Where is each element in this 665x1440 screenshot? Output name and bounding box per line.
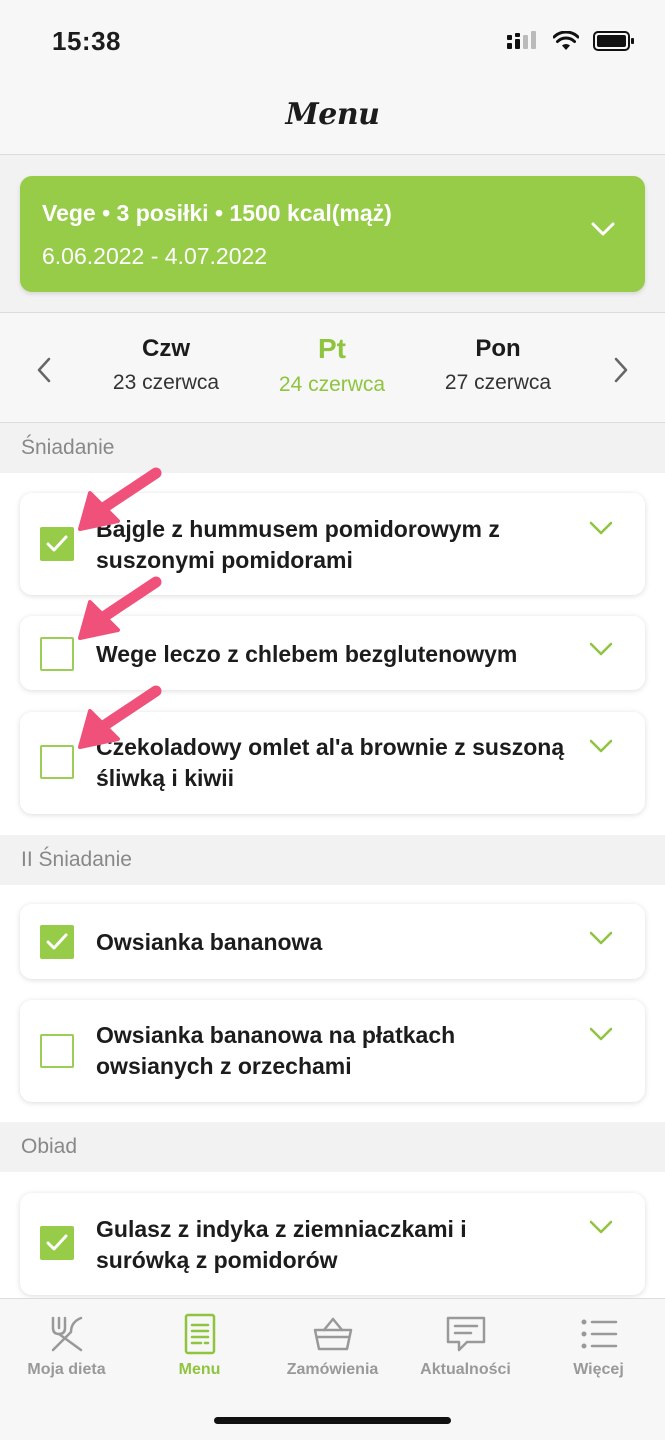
chevron-down-icon[interactable] (589, 739, 613, 753)
day-name: Pt (318, 333, 346, 364)
day-friday[interactable]: Pt 24 czerwca (247, 333, 417, 397)
day-selector: Czw 23 czerwca Pt 24 czerwca Pon 27 czer… (0, 312, 665, 423)
status-time: 15:38 (52, 26, 121, 56)
checkmark-icon (46, 933, 68, 950)
day-name: Pon (475, 335, 521, 362)
tab-moja-dieta[interactable]: Moja dieta (0, 1311, 133, 1379)
tab-label: Więcej (573, 1361, 624, 1378)
basket-icon (313, 1317, 352, 1351)
chevron-down-icon[interactable] (589, 521, 613, 535)
tab-wiecej[interactable]: Więcej (532, 1311, 665, 1379)
diet-plan-selector[interactable]: Vege • 3 posiłki • 1500 kcal(mąż) 6.06.2… (20, 176, 645, 292)
page-title: Menu (285, 97, 380, 132)
annotation-arrow-icon (78, 685, 162, 749)
meal-checkbox[interactable] (40, 637, 74, 671)
navigation-bar: Menu (0, 85, 665, 155)
meal-checkbox[interactable] (40, 925, 74, 959)
tab-label: Zamówienia (286, 1361, 379, 1378)
home-indicator (214, 1417, 451, 1424)
meal-card[interactable]: Owsianka bananowa na płatkach owsianych … (20, 1000, 645, 1102)
status-icons (507, 30, 635, 52)
tab-label: Aktualności (420, 1361, 511, 1378)
meal-card[interactable]: Gulasz z indyka z ziemniaczkami i surówk… (20, 1193, 645, 1295)
meal-name: Bajgle z hummusem pomidorowym z suszonym… (96, 516, 500, 573)
day-thursday[interactable]: Czw 23 czerwca (81, 335, 251, 395)
wifi-icon (553, 31, 579, 50)
signal-icon (507, 31, 536, 49)
list-icon (581, 1319, 617, 1349)
day-date: 24 czerwca (278, 373, 386, 396)
chat-icon (446, 1316, 485, 1352)
meal-checkbox[interactable] (40, 1226, 74, 1260)
meal-name: Owsianka bananowa na płatkach owsianych … (96, 1022, 456, 1079)
section-header-second-breakfast: II Śniadanie (0, 835, 665, 885)
document-icon (184, 1313, 215, 1355)
tab-label: Menu (178, 1361, 221, 1378)
meal-checkbox[interactable] (40, 1034, 74, 1068)
checkmark-icon (46, 535, 68, 552)
tab-menu[interactable]: Menu (133, 1311, 266, 1379)
status-bar: 15:38 (0, 0, 665, 85)
plan-dates: 6.06.2022 - 4.07.2022 (42, 243, 268, 269)
day-monday[interactable]: Pon 27 czerwca (413, 335, 583, 395)
tab-label: Moja dieta (27, 1361, 106, 1378)
meal-name: Owsianka bananowa (96, 929, 323, 955)
annotation-arrow-icon (78, 576, 162, 640)
day-date: 27 czerwca (444, 371, 552, 394)
battery-icon (593, 31, 634, 51)
checkmark-icon (46, 1234, 68, 1251)
annotation-arrow-icon (78, 467, 162, 531)
chevron-down-icon (591, 222, 615, 236)
cutlery-icon (51, 1316, 82, 1352)
meal-name: Wege leczo z chlebem bezglutenowym (96, 641, 518, 667)
chevron-down-icon[interactable] (589, 931, 613, 945)
tab-aktualnosci[interactable]: Aktualności (399, 1311, 532, 1379)
tab-zamowienia[interactable]: Zamówienia (266, 1311, 399, 1379)
section-header-lunch: Obiad (0, 1122, 665, 1172)
meal-checkbox[interactable] (40, 527, 74, 561)
chevron-right-icon[interactable] (613, 357, 629, 383)
meal-card[interactable]: Owsianka bananowa (20, 904, 645, 979)
meal-name: Gulasz z indyka z ziemniaczkami i surówk… (96, 1216, 467, 1273)
plan-title: Vege • 3 posiłki • 1500 kcal(mąż) (42, 200, 392, 226)
meal-name: Czekoladowy omlet al'a brownie z suszoną… (96, 734, 565, 791)
chevron-down-icon[interactable] (589, 642, 613, 656)
day-name: Czw (142, 335, 190, 362)
chevron-down-icon[interactable] (589, 1220, 613, 1234)
chevron-left-icon[interactable] (36, 357, 52, 383)
chevron-down-icon[interactable] (589, 1027, 613, 1041)
meal-checkbox[interactable] (40, 745, 74, 779)
day-date: 23 czerwca (112, 371, 220, 394)
